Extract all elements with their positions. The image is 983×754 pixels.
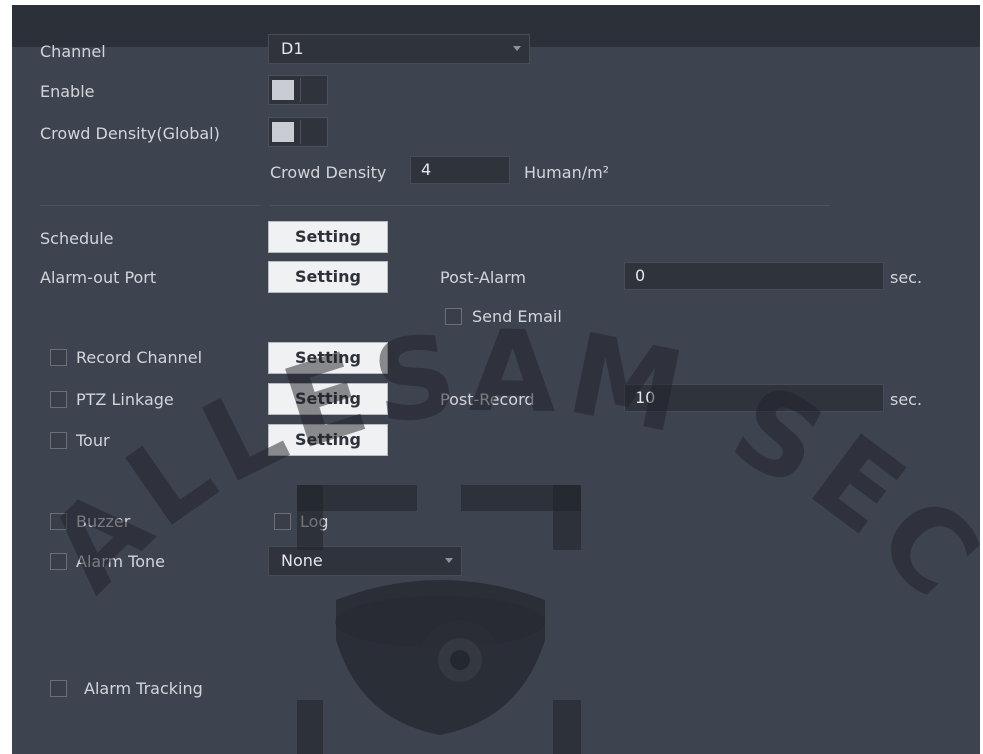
send-email-checkbox[interactable] [445,308,462,325]
log-label: Log [300,512,329,531]
log-checkbox[interactable] [274,513,291,530]
buzzer-checkbox[interactable] [50,513,67,530]
post-alarm-value: 0 [635,266,646,285]
send-email-label: Send Email [472,307,562,326]
schedule-label: Schedule [40,229,114,248]
tour-setting-button[interactable]: Setting [268,424,388,456]
tour-label: Tour [76,431,110,450]
crowd-global-toggle[interactable] [268,117,328,147]
tour-checkbox[interactable] [50,432,67,449]
alarm-tone-select[interactable]: None [268,546,462,576]
alarm-tone-label: Alarm Tone [76,552,165,571]
chevron-down-icon [445,558,453,563]
crowd-density-unit: Human/m² [524,163,610,182]
record-channel-setting-button[interactable]: Setting [268,342,388,374]
alarm-out-setting-button[interactable]: Setting [268,261,388,293]
record-channel-label: Record Channel [76,348,203,367]
ptz-linkage-label: PTZ Linkage [76,390,174,409]
channel-value: D1 [281,39,304,58]
enable-toggle[interactable] [268,75,328,105]
channel-label: Channel [40,42,106,61]
ptz-linkage-checkbox[interactable] [50,391,67,408]
schedule-setting-button[interactable]: Setting [268,221,388,253]
chevron-down-icon [513,46,521,51]
post-record-label: Post-Record [440,390,535,409]
crowd-global-label: Crowd Density(Global) [40,124,220,143]
crowd-density-label: Crowd Density [270,163,387,182]
toggle-knob [272,80,294,100]
post-alarm-input[interactable]: 0 [624,262,884,290]
alarm-tracking-label: Alarm Tracking [84,679,203,698]
post-record-unit: sec. [890,390,923,409]
crowd-density-input[interactable]: 4 [410,156,510,184]
post-alarm-unit: sec. [890,268,923,287]
alarm-out-label: Alarm-out Port [40,268,157,287]
record-channel-checkbox[interactable] [50,349,67,366]
toggle-knob [272,122,294,142]
buzzer-label: Buzzer [76,512,131,531]
divider [40,205,260,206]
alarm-tone-checkbox[interactable] [50,553,67,570]
post-record-value: 10 [635,388,656,407]
post-alarm-label: Post-Alarm [440,268,526,287]
alarm-tracking-checkbox[interactable] [50,680,67,697]
settings-panel: Channel D1 Enable Crowd Density(Global) … [12,5,980,754]
ptz-linkage-setting-button[interactable]: Setting [268,383,388,415]
channel-select[interactable]: D1 [268,34,530,64]
post-record-input[interactable]: 10 [624,384,884,412]
divider [270,205,830,206]
alarm-tone-value: None [281,551,323,570]
crowd-density-value: 4 [421,160,432,179]
enable-label: Enable [40,82,95,101]
